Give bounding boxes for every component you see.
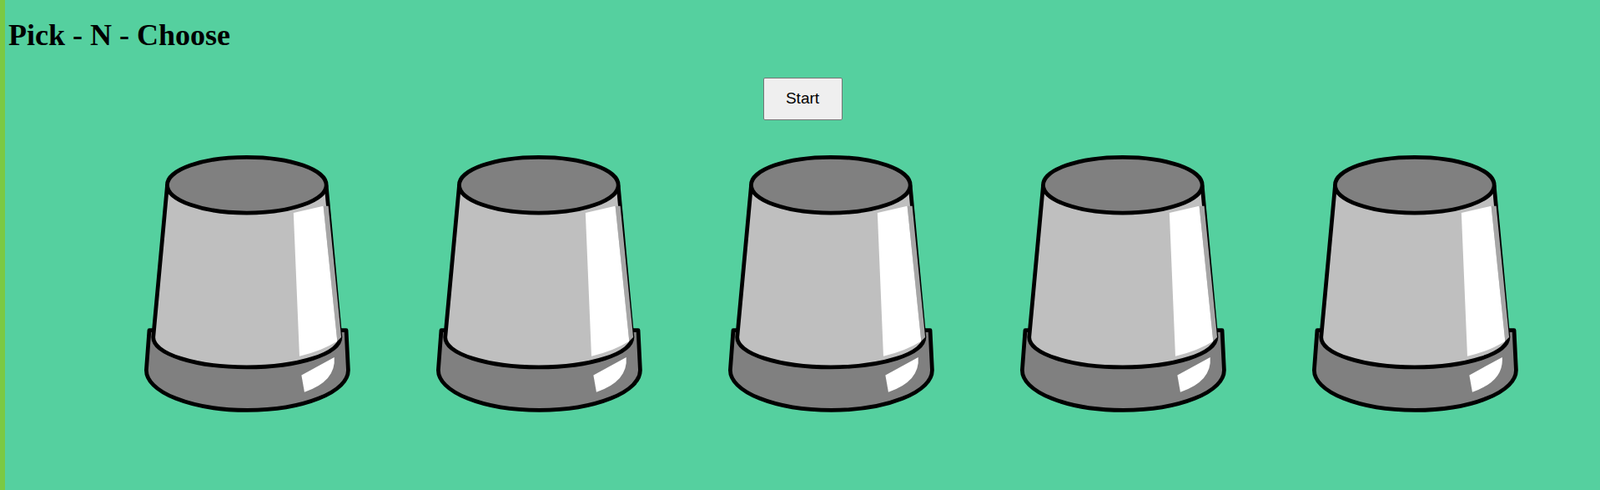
- controls: Start: [5, 77, 1600, 121]
- cup-icon[interactable]: [728, 152, 936, 413]
- cup-icon[interactable]: [1020, 152, 1228, 413]
- cup-icon[interactable]: [144, 152, 352, 413]
- game-title: Pick - N - Choose: [5, 0, 1600, 54]
- game-page: Pick - N - Choose Start: [0, 0, 1600, 490]
- cup-icon[interactable]: [436, 152, 644, 413]
- start-button[interactable]: Start: [763, 77, 843, 121]
- cup-row: [5, 152, 1600, 413]
- cup-icon[interactable]: [1312, 152, 1520, 413]
